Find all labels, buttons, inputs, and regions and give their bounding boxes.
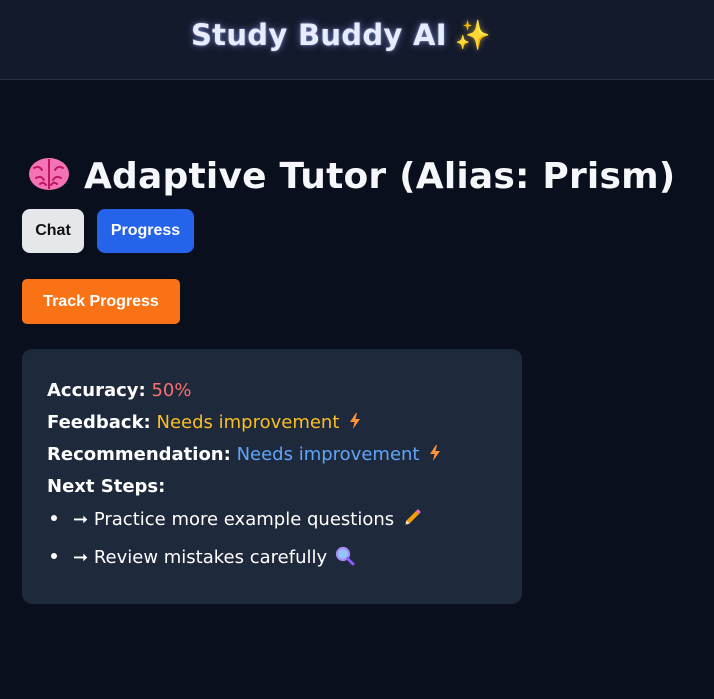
magnifier-icon xyxy=(336,546,355,566)
app-title: Study Buddy AI ✨ xyxy=(191,18,491,53)
arrow-icon: ➞ xyxy=(73,509,89,530)
list-item: ➞ Review mistakes carefully xyxy=(51,546,355,568)
arrow-icon: ➞ xyxy=(73,547,89,568)
sparkles-icon: ✨ xyxy=(454,18,492,52)
page-title-text: Adaptive Tutor (Alias: Prism) xyxy=(84,156,676,197)
feedback-label: Feedback: xyxy=(47,412,151,433)
app-header: Study Buddy AI ✨ xyxy=(0,0,714,80)
bullet-dot xyxy=(51,515,57,521)
accuracy-label: Accuracy: xyxy=(47,380,146,401)
lightning-bolt-icon xyxy=(430,445,441,461)
recommendation-label: Recommendation: xyxy=(47,444,231,465)
track-progress-button[interactable]: Track Progress xyxy=(22,279,180,324)
progress-card: Accuracy: 50% Feedback: Needs improvemen… xyxy=(22,349,522,604)
accuracy-row: Accuracy: 50% xyxy=(47,380,191,401)
next-steps-label: Next Steps: xyxy=(47,476,166,497)
brain-icon xyxy=(29,158,69,190)
next-step-text: Review mistakes carefully xyxy=(93,547,328,568)
recommendation-value: Needs improvement xyxy=(236,444,420,465)
next-step-text: Practice more example questions xyxy=(93,509,395,530)
list-item: ➞ Practice more example questions xyxy=(51,508,422,530)
pencil-icon xyxy=(405,509,421,525)
tab-progress[interactable]: Progress xyxy=(97,209,194,253)
feedback-value: Needs improvement xyxy=(156,412,340,433)
tab-chat[interactable]: Chat xyxy=(22,209,84,253)
page-title: Adaptive Tutor (Alias: Prism) xyxy=(28,156,675,197)
accuracy-value: 50% xyxy=(151,380,192,401)
next-steps-heading: Next Steps: xyxy=(47,476,165,497)
recommendation-row: Recommendation: Needs improvement xyxy=(47,444,441,465)
lightning-bolt-icon xyxy=(350,413,361,429)
bullet-dot xyxy=(51,553,57,559)
app-title-text: Study Buddy AI xyxy=(191,18,447,52)
feedback-row: Feedback: Needs improvement xyxy=(47,412,361,433)
